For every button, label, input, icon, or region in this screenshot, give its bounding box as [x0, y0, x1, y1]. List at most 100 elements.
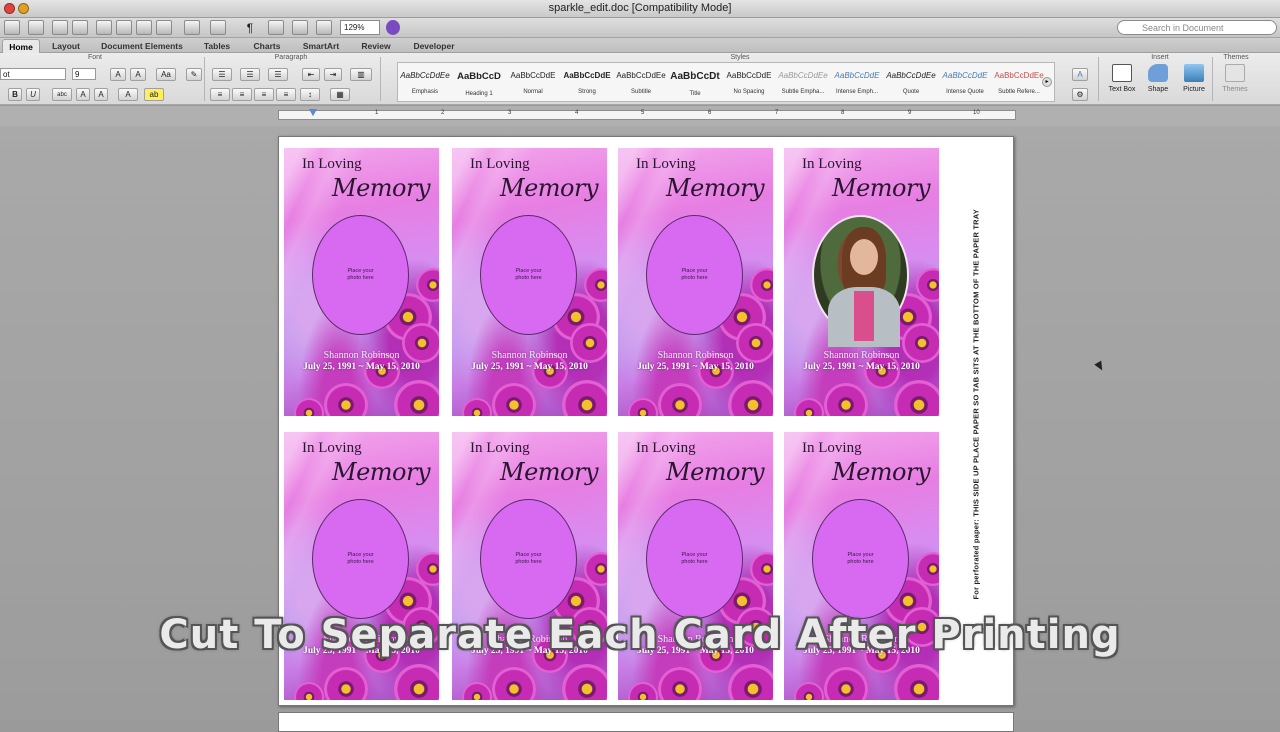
redo-icon[interactable] — [210, 20, 226, 35]
format-painter-icon[interactable] — [156, 20, 172, 35]
ruler-number: 7 — [775, 110, 779, 116]
ruler-number: 6 — [708, 110, 712, 116]
new-document-icon[interactable] — [4, 20, 20, 35]
photo-placeholder[interactable]: Place your photo here — [312, 215, 409, 335]
strikethrough-button[interactable]: abc — [52, 88, 72, 101]
zoom-select[interactable]: 129% — [340, 20, 380, 35]
indent-marker-icon[interactable] — [309, 109, 317, 117]
eraser-icon[interactable]: ✎ — [186, 68, 202, 81]
photo-placeholder-text: Place your photo here — [347, 267, 374, 281]
style-emphasis[interactable]: AaBbCcDdEe Emphasis — [398, 63, 452, 101]
style-no-spacing[interactable]: AaBbCcDdE No Spacing — [722, 63, 776, 101]
card-heading-line2: Memory — [500, 174, 599, 202]
show-formatting-icon[interactable]: ¶ — [244, 20, 256, 35]
superscript-button[interactable]: A — [76, 88, 90, 101]
media-browser-icon[interactable] — [316, 20, 332, 35]
memorial-card[interactable]: In Loving Memory Place your photo here Shan… — [284, 432, 439, 700]
font-size-select[interactable]: 9 — [72, 68, 96, 80]
line-spacing-button[interactable]: ↕ — [300, 88, 320, 101]
align-right-button[interactable]: ≡ — [254, 88, 274, 101]
clear-formatting-button[interactable]: Aa — [156, 68, 176, 81]
style-strong[interactable]: AaBbCcDdE Strong — [560, 63, 614, 101]
flower-decoration — [294, 398, 324, 416]
flower-decoration — [658, 383, 702, 416]
style-settings-icon[interactable]: ⚙ — [1072, 88, 1088, 101]
photo-placeholder[interactable]: Place your photo here — [312, 499, 409, 619]
text-effects-button[interactable]: A — [1072, 68, 1088, 81]
style-subtle-reference[interactable]: AaBbCcDdEe Subtle Refere... — [992, 63, 1046, 101]
styles-scroll-right-icon[interactable]: ▸ — [1042, 77, 1052, 87]
shading-button[interactable]: ▦ — [330, 88, 350, 101]
help-icon[interactable] — [386, 20, 400, 35]
style-intense-quote[interactable]: AaBbCcDdE Intense Quote — [938, 63, 992, 101]
photo-placeholder-text: Place your photo here — [681, 551, 708, 565]
insert-picture-button[interactable]: Picture — [1175, 64, 1213, 93]
bullets-button[interactable]: ☰ — [212, 68, 232, 81]
memorial-card[interactable]: In Loving Memory Place your photo here Shan… — [784, 432, 939, 700]
paste-icon[interactable] — [136, 20, 152, 35]
tab-review[interactable]: Review — [354, 39, 398, 53]
italic-button[interactable]: U — [26, 88, 40, 101]
tab-document-elements[interactable]: Document Elements — [94, 39, 190, 53]
photo-placeholder[interactable]: Place your photo here — [646, 215, 743, 335]
memorial-card[interactable]: In Loving Memory Place your photo here Shan… — [452, 432, 607, 700]
columns-button[interactable]: ▥ — [350, 68, 372, 81]
photo-placeholder[interactable]: Place your photo here — [646, 499, 743, 619]
style-title[interactable]: AaBbCcDt Title — [668, 63, 722, 101]
style-normal[interactable]: AaBbCcDdE Normal — [506, 63, 560, 101]
tab-layout[interactable]: Layout — [44, 39, 88, 53]
photo-placeholder[interactable]: Place your photo here — [480, 215, 577, 335]
photo-placeholder[interactable]: Place your photo here — [812, 499, 909, 619]
decrease-indent-button[interactable]: ⇤ — [302, 68, 320, 81]
memorial-card[interactable]: In Loving Memory Place your photo here Shan… — [284, 148, 439, 416]
increase-indent-button[interactable]: ⇥ — [324, 68, 342, 81]
undo-icon[interactable] — [184, 20, 200, 35]
memorial-card[interactable]: In Loving Memory Place your photo here Shan… — [618, 432, 773, 700]
deceased-name: Shannon Robinson — [323, 350, 400, 361]
style-intense-emphasis[interactable]: AaBbCcDdE Intense Emph... — [830, 63, 884, 101]
sidebar-icon[interactable] — [268, 20, 284, 35]
numbering-button[interactable]: ☰ — [240, 68, 260, 81]
font-name-select[interactable]: ot — [0, 68, 66, 80]
justify-button[interactable]: ≡ — [276, 88, 296, 101]
style-quote[interactable]: AaBbCcDdEe Quote — [884, 63, 938, 101]
print-icon[interactable] — [72, 20, 88, 35]
photo-placeholder-text: Place your photo here — [515, 551, 542, 565]
memorial-card[interactable]: In Loving Memory Place your photo here Shan… — [618, 148, 773, 416]
card-photo[interactable] — [812, 215, 909, 347]
align-left-button[interactable]: ≡ — [210, 88, 230, 101]
shrink-font-button[interactable]: A — [130, 68, 146, 81]
style-heading-1[interactable]: AaBbCcD Heading 1 — [452, 63, 506, 101]
grow-font-button[interactable]: A — [110, 68, 126, 81]
tab-developer[interactable]: Developer — [406, 39, 462, 53]
bold-button[interactable]: B — [8, 88, 22, 101]
toolbox-icon[interactable] — [292, 20, 308, 35]
insert-shape-button[interactable]: Shape — [1139, 64, 1177, 93]
themes-button[interactable]: Themes — [1216, 64, 1254, 93]
photo-face — [850, 239, 878, 275]
card-heading-line2: Memory — [332, 174, 431, 202]
tab-charts[interactable]: Charts — [246, 39, 288, 53]
style-subtitle[interactable]: AaBbCcDdEe Subtitle — [614, 63, 668, 101]
tab-smartart[interactable]: SmartArt — [296, 39, 346, 53]
cut-icon[interactable] — [96, 20, 112, 35]
align-center-button[interactable]: ≡ — [232, 88, 252, 101]
highlight-button[interactable]: ab — [144, 88, 164, 101]
photo-placeholder-text: Place your photo here — [681, 267, 708, 281]
templates-icon[interactable] — [28, 20, 44, 35]
memorial-card[interactable]: In Loving Memory Place your photo here Shan… — [452, 148, 607, 416]
standard-toolbar: ¶ 129% — [0, 18, 1280, 38]
insert-text-box-button[interactable]: Text Box — [1103, 64, 1141, 93]
horizontal-ruler[interactable]: 1 2 3 4 5 6 7 8 9 10 — [278, 109, 1016, 120]
subscript-button[interactable]: A — [94, 88, 108, 101]
font-color-button[interactable]: A — [118, 88, 138, 101]
photo-placeholder[interactable]: Place your photo here — [480, 499, 577, 619]
memorial-card[interactable]: In Loving Memory Shannon Robinson July 25, … — [784, 148, 939, 416]
style-subtle-emphasis[interactable]: AaBbCcDdEe Subtle Empha... — [776, 63, 830, 101]
search-input[interactable]: Search in Document — [1117, 20, 1277, 35]
copy-icon[interactable] — [116, 20, 132, 35]
multilevel-list-button[interactable]: ☰ — [268, 68, 288, 81]
tab-tables[interactable]: Tables — [196, 39, 238, 53]
tab-home[interactable]: Home — [2, 39, 40, 53]
save-icon[interactable] — [52, 20, 68, 35]
